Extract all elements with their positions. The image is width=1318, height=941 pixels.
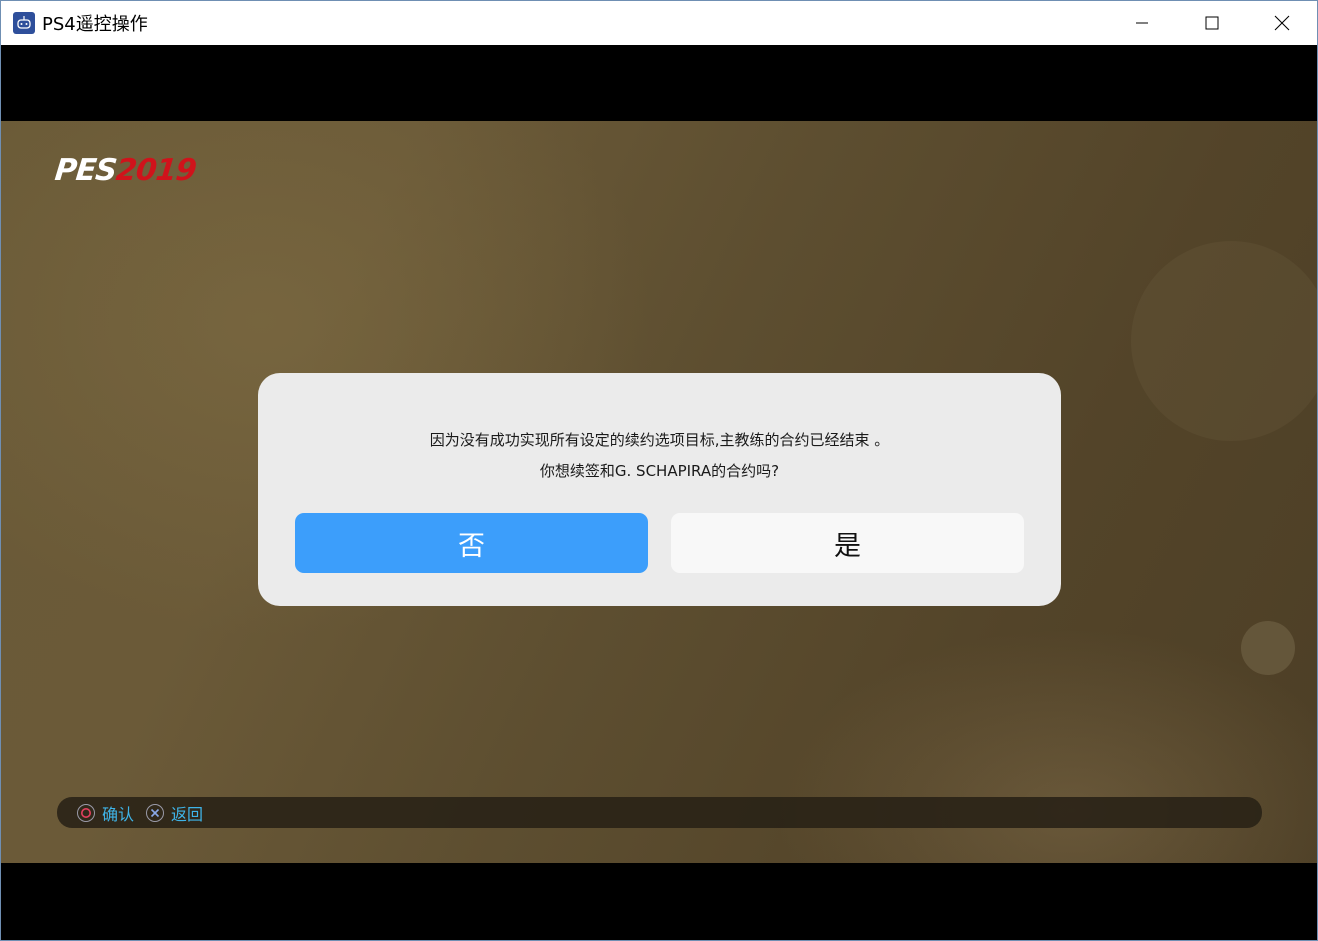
game-logo: PES2019	[53, 153, 197, 188]
yes-button[interactable]: 是	[671, 513, 1024, 573]
cross-button-icon	[146, 803, 165, 822]
window-title: PS4遥控操作	[42, 14, 148, 35]
hint-back[interactable]: 返回	[146, 801, 203, 825]
app-window: PS4遥控操作 PES2019 因为没有成功实现所有设定的续约选项目标,主教练的…	[0, 0, 1318, 941]
hint-confirm[interactable]: 确认	[77, 801, 134, 825]
circle-button-icon	[77, 803, 95, 822]
window-controls	[1107, 1, 1317, 45]
no-button[interactable]: 否	[295, 513, 648, 573]
title-bar[interactable]: PS4遥控操作	[1, 1, 1317, 45]
dialog-message: 因为没有成功实现所有设定的续约选项目标,主教练的合约已经结束 。 你想续签和G.…	[258, 425, 1061, 487]
dialog-message-line-1: 因为没有成功实现所有设定的续约选项目标,主教练的合约已经结束 。	[429, 431, 890, 449]
logo-text-year: 2019	[114, 153, 198, 188]
hint-back-label: 返回	[171, 804, 204, 824]
minimize-button[interactable]	[1107, 1, 1177, 45]
logo-text-pes: PES	[53, 153, 118, 188]
maximize-button[interactable]	[1177, 1, 1247, 45]
button-hint-bar: 确认 返回	[57, 797, 1262, 828]
game-stream-view[interactable]: PES2019 因为没有成功实现所有设定的续约选项目标,主教练的合约已经结束 。…	[1, 121, 1317, 863]
remote-play-app-icon	[13, 12, 35, 34]
close-button[interactable]	[1247, 1, 1317, 45]
background-bokeh	[1241, 621, 1295, 675]
hint-confirm-label: 确认	[102, 804, 135, 824]
dialog-message-line-2: 你想续签和G. SCHAPIRA的合约吗?	[539, 462, 780, 480]
confirm-dialog: 因为没有成功实现所有设定的续约选项目标,主教练的合约已经结束 。 你想续签和G.…	[258, 373, 1061, 606]
minimize-icon	[1136, 22, 1148, 24]
background-bokeh	[1131, 241, 1317, 441]
close-icon	[1274, 15, 1290, 31]
maximize-icon	[1205, 16, 1219, 30]
